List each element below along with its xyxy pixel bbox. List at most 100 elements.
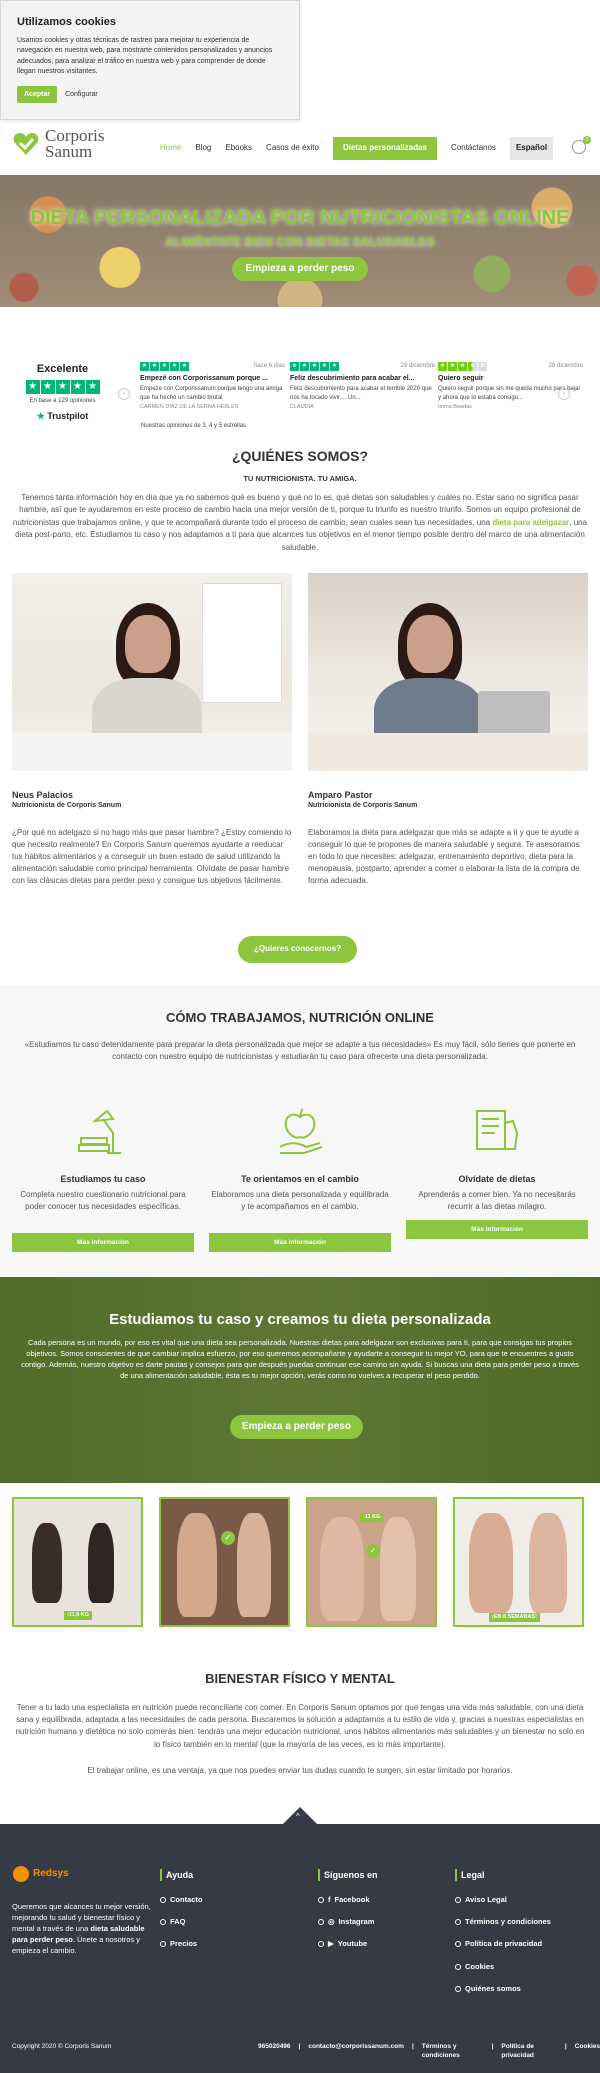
review-body: Feliz descubrimiento para acabar el terr… [290,386,432,401]
site-footer: Redsys Queremos que alcances tu mejor ve… [0,1824,600,2073]
before-after-photo[interactable]: ✓ -11 KG [306,1497,437,1627]
footer-link[interactable]: Términos y condiciones [455,1917,551,1927]
instagram-icon: ◎ [328,1917,335,1927]
wellbeing-text-2: El trabajar online, es una ventaja, ya q… [87,1766,513,1776]
nav-home[interactable]: Home [160,143,181,154]
terms-link[interactable]: Términos y condiciones [422,2043,484,2061]
separator: | [298,2043,301,2050]
about-section: ¿QUIÉNES SOMOS? TU NUTRICIONISTA. TU AMI… [0,447,600,554]
figure-after [380,1517,416,1621]
nutritionist-name: Neus Palacios [12,790,74,800]
review-stars: ★ ★ ★ ★ ★ [140,362,189,371]
before-after-photo[interactable]: ¡EN 8 SEMANAS! [453,1497,584,1627]
footer-link-label: Precios [170,1939,198,1949]
scroll-top-button[interactable]: ^ [283,1807,317,1824]
cookie-config-link[interactable]: Configurar [65,90,98,99]
cookie-banner: Utilizamos cookies Usamos cookies y otra… [0,0,300,120]
nav-ebooks[interactable]: Ebooks [225,143,252,154]
phone-link[interactable]: 965020496 [258,2043,291,2061]
review-card[interactable]: ★ ★ ★ ★ ★ 28 diciembre Feliz descubrimiento … [290,362,435,411]
more-info-button[interactable]: Más información [406,1220,588,1239]
more-info-button[interactable]: Más información [209,1233,391,1252]
band-cta-button[interactable]: Empieza a perder peso [230,1415,363,1439]
trustpilot-note: Nuestras opiniones de 3, 4 y 5 estrellas [141,423,247,429]
bullet-icon [455,1941,461,1948]
shelf-graphic [202,583,282,703]
figure-before [320,1517,364,1621]
nav-dietas-button[interactable]: Dietas personalizadas [332,137,438,160]
figure-after [529,1513,567,1613]
trustpilot-stars: ★ ★ ★ ★ ★ [20,379,105,394]
footer-about: Queremos que alcances tu mejor versión, … [12,1902,152,1956]
review-stars: ★ ★ ★ ★ ★ [438,362,487,371]
bullet-icon [160,1919,166,1926]
bullet-icon [160,1897,166,1904]
footer-link[interactable]: Precios [160,1939,203,1949]
cookie-accept-button[interactable]: Aceptar [17,85,58,104]
bullet-icon [160,1941,166,1948]
review-card[interactable]: ★ ★ ★ ★ ★ hace 6 días Empezé con Corporissan… [140,362,285,411]
about-subtitle: TU NUTRICIONISTA. TU AMIGA. [243,473,357,483]
desk-graphic [12,733,292,771]
payment-logo-text: Redsys [33,1868,69,1880]
footer-link[interactable]: f Facebook [318,1895,378,1905]
nutritionist-bio: ¿Por qué no adelgazo si no hago más que … [12,828,292,885]
nav-blog[interactable]: Blog [195,143,211,154]
separator: | [491,2043,494,2050]
footer-bottom-links: 965020496 | contacto@corporissanum.com |… [258,2043,600,2061]
feature-guide: Te orientamos en el cambio Elaboramos un… [209,1103,391,1252]
footer-col-title: Legal [455,1869,551,1882]
desk-lamp-icon [78,1109,121,1154]
footer-link-label: Aviso Legal [465,1895,507,1905]
footer-link[interactable]: Contacto [160,1895,203,1905]
footer-link[interactable]: Aviso Legal [455,1895,551,1905]
more-info-button[interactable]: Más información [12,1233,194,1252]
language-selector[interactable]: Español [509,137,554,160]
conocernos-button[interactable]: ¿Quieres conocernos? [238,936,358,963]
star-icon: ★ [40,379,55,394]
footer-col-ayuda: Ayuda Contacto FAQ Precios [160,1869,203,1962]
feature-title: Olvídate de dietas [458,1173,536,1184]
footer-link-label: Términos y condiciones [465,1917,551,1927]
chevron-right-icon[interactable]: › [558,388,570,400]
hero-cta-button[interactable]: Empieza a perder peso [231,257,369,281]
figure-before [177,1513,217,1617]
footer-link-label: FAQ [170,1917,186,1927]
footer-link[interactable]: Política de privacidad [455,1939,551,1949]
wellbeing-text: Tener a tu lado una especialista en nutr… [15,1702,585,1749]
nutritionist-photo-neus [12,573,292,771]
footer-link[interactable]: Cookies [455,1962,551,1972]
footer-link-label: Contacto [170,1895,203,1905]
brand-logo[interactable]: Corporis Sanum [12,127,105,160]
nav-contact[interactable]: Contáctanos [451,143,496,154]
person-head [125,615,171,673]
review-card[interactable]: ★ ★ ★ ★ ★ 28 diciembre Quiero seguir Quiero … [438,362,583,411]
cookies-link[interactable]: Cookies [575,2043,600,2061]
bullet-icon [318,1941,324,1948]
cookie-text: Usamos cookies y otras técnicas de rastr… [17,36,273,76]
review-date: 28 diciembre [548,363,583,370]
footer-link[interactable]: ◎ Instagram [318,1917,378,1927]
about-title: ¿QUIÉNES SOMOS? [231,448,369,464]
dieta-adelgazar-link[interactable]: dieta para adelgazar [492,518,569,527]
review-date: hace 6 días [253,363,285,370]
trustpilot-logo[interactable]: ★ Trustpilot [20,410,105,422]
cookie-title: Utilizamos cookies [17,16,117,28]
before-after-photo[interactable]: -11,5 KG [12,1497,143,1627]
band-text: Cada persona es un mundo, por eso es vit… [21,1338,579,1380]
nav-casos[interactable]: Casos de éxito [266,143,319,154]
chevron-left-icon[interactable]: ‹ [118,388,130,400]
footer-link[interactable]: Quiénes somos [455,1984,551,1994]
email-link[interactable]: contacto@corporissanum.com [308,2043,404,2061]
facebook-icon: f [328,1895,331,1905]
privacy-link[interactable]: Política de privacidad [501,2043,556,2061]
before-after-photo[interactable]: ✓ [159,1497,290,1627]
footer-link-label: Facebook [334,1895,370,1905]
footer-link[interactable]: FAQ [160,1917,203,1927]
feature-study: Estudiamos tu caso Completa nuestro cues… [12,1103,194,1252]
star-icon: ★ [55,379,70,394]
review-author: CARMEN DIAZ DE LA SERNA HEBLES [140,403,239,410]
footer-col-legal: Legal Aviso Legal Términos y condiciones… [455,1869,551,2006]
review-date: 28 diciembre [400,363,435,370]
footer-link[interactable]: ▶ Youtube [318,1939,378,1949]
